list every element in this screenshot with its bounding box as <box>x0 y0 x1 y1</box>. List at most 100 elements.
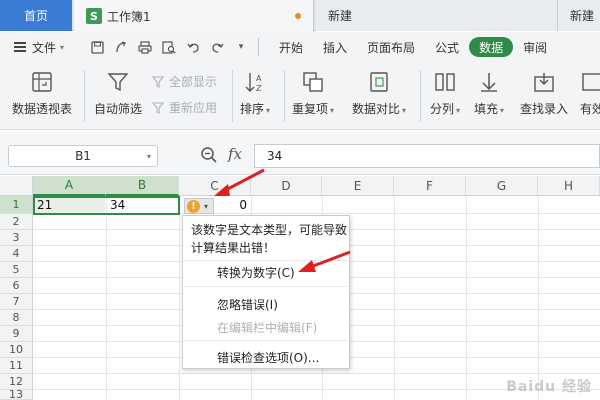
grid-line <box>538 196 539 400</box>
formula-input[interactable]: 34 <box>254 144 600 168</box>
file-menu[interactable]: 文件 ▾ <box>0 39 86 56</box>
validity-icon <box>578 68 600 96</box>
row-header-8[interactable]: 8 <box>0 310 33 326</box>
column-header-a[interactable]: A <box>33 176 106 196</box>
selection-range <box>33 196 180 215</box>
fill-icon <box>475 68 503 96</box>
column-header-h[interactable]: H <box>538 176 600 196</box>
grid-line <box>394 196 395 400</box>
annotation-arrow <box>214 168 265 196</box>
row-header-11[interactable]: 11 <box>0 358 33 374</box>
unsaved-dot-icon <box>295 13 301 19</box>
split-column-button[interactable]: 分列 <box>430 68 460 117</box>
error-check-button[interactable]: ! ▾ <box>184 198 214 214</box>
insert-function-icon[interactable]: fx <box>228 145 242 163</box>
autofilter-label: 自动筛选 <box>94 102 143 116</box>
menu-divider <box>258 38 259 56</box>
tab-home[interactable]: 首页 <box>0 0 72 31</box>
column-header-g[interactable]: G <box>466 176 538 196</box>
grid-line <box>466 196 467 400</box>
filter-refresh-icon <box>152 101 166 115</box>
menu-divider <box>185 286 347 287</box>
fill-button[interactable]: 填充 <box>474 68 504 117</box>
svg-text:A: A <box>256 74 262 83</box>
ignore-error-item[interactable]: 忽略错误(I) <box>217 296 278 313</box>
fill-label: 填充 <box>474 100 504 117</box>
error-check-options-item[interactable]: 错误检查选项(O)... <box>217 349 319 366</box>
lookup-entry-label: 查找录入 <box>520 102 569 116</box>
ribbon-tabs: 开始 插入 页面布局 公式 数据 审阅 <box>269 37 557 57</box>
autofilter-button[interactable]: 自动筛选 <box>94 68 142 117</box>
row-header-5[interactable]: 5 <box>0 262 33 278</box>
more-chevron-icon[interactable]: ▾ <box>234 40 248 54</box>
row-header-1[interactable]: 1 <box>0 196 33 214</box>
workbook-title: 工作簿1 <box>107 9 151 24</box>
tab-page-layout[interactable]: 页面布局 <box>357 37 425 57</box>
row-header-7[interactable]: 7 <box>0 294 33 310</box>
show-all-button[interactable]: 全部显示 <box>152 73 217 90</box>
chevron-down-icon: ▾ <box>60 42 65 52</box>
svg-text:Z: Z <box>256 84 262 93</box>
pivot-table-button[interactable]: 数据透视表 <box>12 68 72 117</box>
spreadsheet-icon: S <box>86 8 102 24</box>
ribbon-divider <box>232 70 233 122</box>
lookup-entry-icon <box>530 68 558 96</box>
tab-insert[interactable]: 插入 <box>313 37 357 57</box>
name-box[interactable]: B1 ▾ <box>8 145 158 167</box>
column-header-e[interactable]: E <box>322 176 394 196</box>
ribbon-divider <box>284 70 285 122</box>
row-header-3[interactable]: 3 <box>0 230 33 246</box>
error-check-menu: 该数字是文本类型，可能导致计算结果出错！ 转换为数字(C) 忽略错误(I) 在编… <box>182 215 350 369</box>
annotation-arrow <box>298 250 351 272</box>
ribbon-toolbar: 数据透视表 自动筛选 全部显示 重新应用 AZ 排序 重复项 <box>0 62 600 130</box>
menu-divider <box>185 340 347 341</box>
row-header-10[interactable]: 10 <box>0 342 33 358</box>
tab-new-2[interactable]: 新建 <box>558 0 600 31</box>
row-header-6[interactable]: 6 <box>0 278 33 294</box>
column-header-f[interactable]: F <box>394 176 466 196</box>
tab-new-1[interactable]: 新建 <box>316 0 558 31</box>
undo-icon[interactable] <box>186 40 200 54</box>
file-menu-label: 文件 <box>32 40 57 55</box>
validity-button[interactable]: 有效 <box>578 68 600 117</box>
tab-data[interactable]: 数据 <box>469 37 514 57</box>
split-column-icon <box>431 68 459 96</box>
redo-icon[interactable] <box>210 40 224 54</box>
row-header-2[interactable]: 2 <box>0 214 33 230</box>
grid-line <box>179 196 180 400</box>
save-icon[interactable] <box>90 40 104 54</box>
duplicates-button[interactable]: 重复项 <box>292 68 334 117</box>
grid-line <box>106 196 107 400</box>
tab-review[interactable]: 审阅 <box>513 37 557 57</box>
sort-button[interactable]: AZ 排序 <box>240 68 270 117</box>
row-header-4[interactable]: 4 <box>0 246 33 262</box>
tab-bar: 首页 S 工作簿1 新建 新建 <box>0 0 600 32</box>
hamburger-icon <box>14 40 26 54</box>
tab-start[interactable]: 开始 <box>269 37 313 57</box>
watermark-logo: Baidu 经验 <box>506 379 592 395</box>
convert-to-number-item[interactable]: 转换为数字(C) <box>217 264 295 281</box>
split-column-label: 分列 <box>430 100 460 117</box>
lookup-entry-button[interactable]: 查找录入 <box>520 68 568 117</box>
warning-icon: ! <box>187 199 200 213</box>
column-header-b[interactable]: B <box>106 176 179 196</box>
sort-label: 排序 <box>240 100 270 117</box>
print-icon[interactable] <box>138 40 152 54</box>
row-header-9[interactable]: 9 <box>0 326 33 342</box>
ribbon-divider <box>420 70 421 122</box>
print-preview-icon[interactable] <box>162 40 176 54</box>
edit-in-formula-bar-item[interactable]: 在编辑栏中编辑(F) <box>217 319 317 336</box>
tab-formula[interactable]: 公式 <box>425 37 469 57</box>
tab-workbook[interactable]: S 工作簿1 <box>74 0 314 32</box>
data-compare-label: 数据对比 <box>352 100 406 117</box>
quick-access-toolbar: ▾ <box>86 40 248 54</box>
filter-clear-icon <box>152 75 166 89</box>
zoom-icon[interactable] <box>200 146 218 164</box>
data-compare-button[interactable]: 数据对比 <box>352 68 406 117</box>
export-pdf-icon[interactable] <box>114 40 128 54</box>
row-header-13[interactable]: 13 <box>0 388 33 400</box>
select-all-corner[interactable] <box>0 176 33 196</box>
reapply-button[interactable]: 重新应用 <box>152 99 217 116</box>
reapply-label: 重新应用 <box>169 101 218 115</box>
ribbon-divider <box>84 70 85 122</box>
